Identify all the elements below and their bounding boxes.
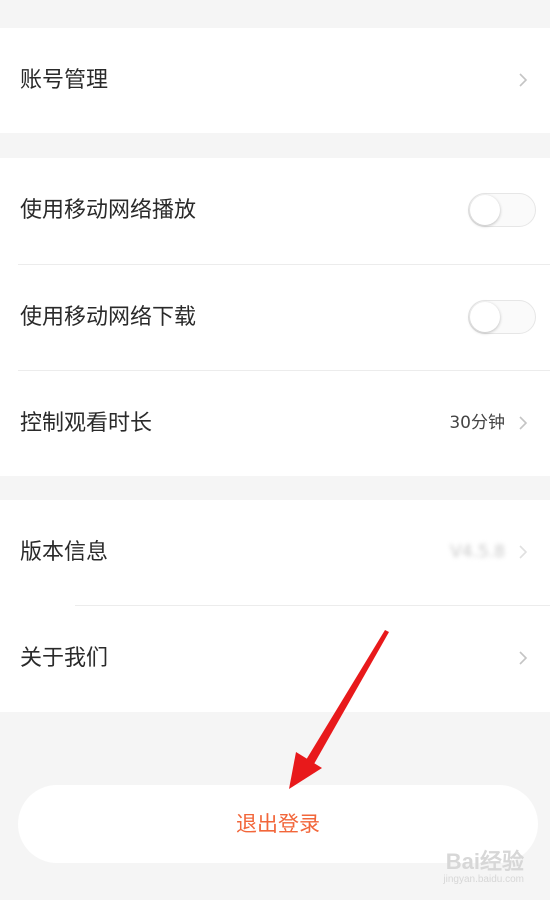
chevron-right-icon [519,416,528,430]
about-us-row[interactable]: 关于我们 [0,606,550,711]
account-management-label: 账号管理 [20,68,109,93]
network-section: 使用移动网络播放 使用移动网络下载 控制观看时长 30分钟 [0,158,550,476]
chevron-right-icon [519,73,528,87]
chevron-right-icon [519,545,528,559]
arrow-head [289,752,322,789]
info-section: 版本信息 V4.5.8 关于我们 [0,500,550,712]
watermark-main: Bai经验 [445,849,524,874]
mobile-download-row[interactable]: 使用移动网络下载 [0,265,550,370]
version-info-row[interactable]: 版本信息 V4.5.8 [0,500,550,605]
watch-time-row[interactable]: 控制观看时长 30分钟 [0,371,550,476]
baidu-jingyan-watermark: Bai经验 jingyan.baidu.com [443,850,524,886]
toggle-knob [470,302,500,332]
toggle-knob [470,195,500,225]
mobile-download-label: 使用移动网络下载 [20,305,197,330]
watermark-sub: jingyan.baidu.com [443,874,524,885]
version-info-label: 版本信息 [20,540,109,565]
version-value: V4.5.8 [450,542,505,562]
mobile-play-row[interactable]: 使用移动网络播放 [0,158,550,263]
mobile-play-label: 使用移动网络播放 [20,198,197,223]
mobile-play-toggle[interactable] [468,193,536,227]
chevron-right-icon [519,651,528,665]
about-us-label: 关于我们 [20,646,109,671]
account-management-row[interactable]: 账号管理 [0,28,550,133]
watch-time-value: 30分钟 [449,413,505,433]
watch-time-label: 控制观看时长 [20,411,153,436]
account-section: 账号管理 [0,28,550,133]
mobile-download-toggle[interactable] [468,300,536,334]
